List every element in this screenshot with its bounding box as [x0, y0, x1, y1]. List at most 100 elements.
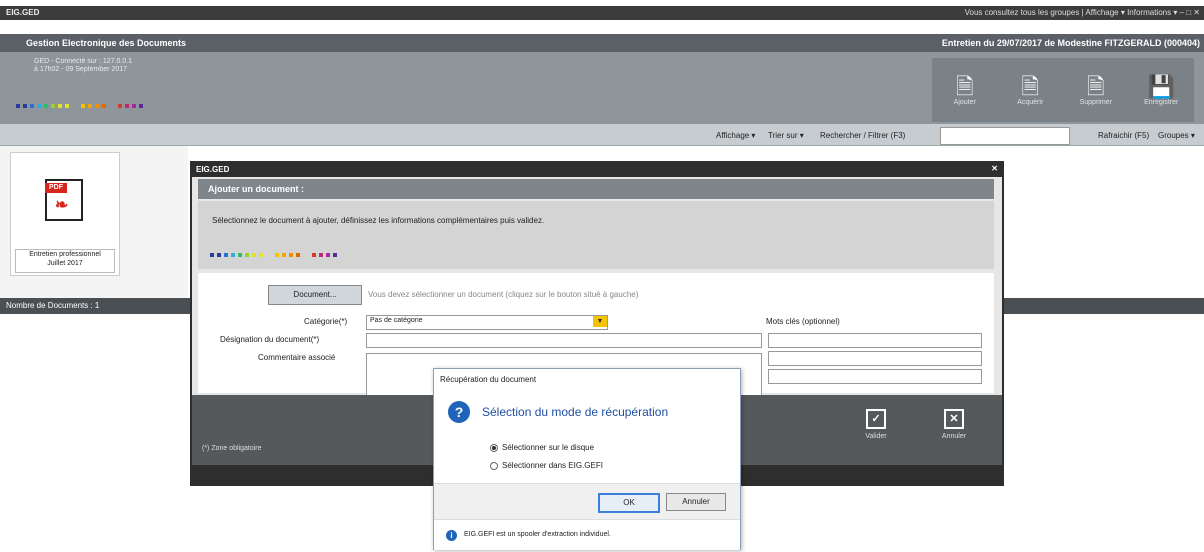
save-button[interactable]: 💾 Enregistrer [1129, 58, 1195, 122]
documents-area: PDF ❧ Entretien professionnel Juillet 20… [0, 146, 188, 298]
msgbox-buttons-area: OK Annuler [434, 483, 740, 520]
keywords-label: Mots clés (optionnel) [766, 317, 840, 326]
display-menu[interactable]: Affichage ▾ [716, 131, 755, 140]
validate-button[interactable]: ✓ Valider [852, 405, 900, 457]
msgbox-title-bar: Récupération du document [434, 369, 740, 389]
color-dot [319, 253, 323, 257]
color-dot [125, 104, 129, 108]
color-dot [231, 253, 235, 257]
color-dot [132, 104, 136, 108]
color-dot [118, 104, 122, 108]
app-title-bar: EIG.GED Vous consultez tous les groupes … [0, 6, 1204, 20]
color-dot [30, 104, 34, 108]
module-title: Gestion Electronique des Documents [26, 38, 187, 48]
search-filter-label: Rechercher / Filtrer (F3) [820, 131, 906, 140]
category-select[interactable]: Pas de catégorie ▼ [366, 315, 608, 330]
refresh-button[interactable]: Rafraichir (F5) [1098, 131, 1149, 140]
color-dot [275, 253, 279, 257]
dot-spacer [303, 253, 309, 257]
color-dot [326, 253, 330, 257]
color-dot [210, 253, 214, 257]
category-label: Catégorie(*) [304, 317, 348, 326]
color-dot [102, 104, 106, 108]
cancel-button[interactable]: ✕ Annuler [930, 405, 978, 457]
color-dot [44, 104, 48, 108]
top-menu[interactable]: Vous consultez tous les groupes | Affich… [965, 8, 1200, 17]
dialog-heading: Ajouter un document : [198, 179, 994, 199]
app-title: EIG.GED [6, 8, 40, 17]
msgbox-info-text: EIG.GEFI est un spooler d'extraction ind… [464, 531, 611, 538]
dot-spacer [109, 104, 115, 108]
keyword-field-3[interactable] [768, 369, 982, 384]
designation-field[interactable] [366, 333, 762, 348]
document-count: Nombre de Documents : 1 [6, 301, 100, 310]
color-dot [65, 104, 69, 108]
status-bar: Nombre de Documents : 1 [0, 298, 190, 314]
msgbox-cancel-button[interactable]: Annuler [666, 493, 726, 511]
designation-label: Désignation du document(*) [220, 335, 320, 344]
color-dot [51, 104, 55, 108]
module-title-bar: Gestion Electronique des Documents Entre… [0, 34, 1204, 52]
color-dots-decoration [210, 253, 337, 257]
save-icon: 💾 [1147, 73, 1175, 99]
color-dot [252, 253, 256, 257]
color-dot [224, 253, 228, 257]
msgbox-title: Récupération du document [440, 375, 537, 384]
color-dot [238, 253, 242, 257]
groups-menu[interactable]: Groupes ▾ [1158, 131, 1195, 140]
info-icon: i [446, 530, 457, 541]
option-disk[interactable]: Sélectionner sur le disque [490, 443, 594, 452]
option-eig-gefi[interactable]: Sélectionner dans EIG.GEFI [490, 461, 603, 470]
radio-selected-icon[interactable] [490, 443, 498, 452]
question-icon: ? [448, 401, 470, 423]
color-dot [81, 104, 85, 108]
checkmark-icon: ✓ [866, 409, 886, 429]
header-panel: GED - Connecté sur : 127.0.0.1 à 17h02 -… [0, 52, 1204, 124]
delete-button[interactable]: 🗎 Supprimer [1063, 58, 1129, 122]
chevron-down-icon: ▼ [593, 316, 607, 327]
dot-spacer [266, 253, 272, 257]
color-dot [95, 104, 99, 108]
keyword-field-2[interactable] [768, 351, 982, 366]
dialog-intro: Sélectionnez le document à ajouter, défi… [198, 201, 994, 269]
retrieval-mode-dialog: Récupération du document ? Sélection du … [433, 368, 741, 550]
document-tile[interactable]: PDF ❧ Entretien professionnel Juillet 20… [10, 152, 120, 276]
document-hint: Vous devez sélectionner un document (cli… [368, 290, 639, 299]
keyword-field-1[interactable] [768, 333, 982, 348]
color-dot [217, 253, 221, 257]
color-dot [312, 253, 316, 257]
sort-menu[interactable]: Trier sur ▾ [768, 131, 804, 140]
interview-title: Entretien du 29/07/2017 de Modestine FIT… [941, 38, 1200, 48]
connection-info: GED - Connecté sur : 127.0.0.1 à 17h02 -… [34, 58, 133, 73]
radio-unselected-icon[interactable] [490, 461, 498, 470]
select-document-button[interactable]: Document... [268, 285, 362, 305]
status-bar-right [1004, 298, 1204, 314]
color-dot [58, 104, 62, 108]
comment-label: Commentaire associé [258, 353, 336, 362]
acquire-document-icon: 🗎 [1021, 73, 1040, 99]
color-dot [16, 104, 20, 108]
color-dot [37, 104, 41, 108]
color-dot [88, 104, 92, 108]
msgbox-footer: i EIG.GEFI est un spooler d'extraction i… [434, 519, 740, 550]
search-input[interactable] [940, 127, 1070, 145]
color-dot [259, 253, 263, 257]
acquire-button[interactable]: 🗎 Acquérir [998, 58, 1064, 122]
color-dot [139, 104, 143, 108]
add-button[interactable]: 🗎 Ajouter [932, 58, 998, 122]
color-dots-decoration [16, 104, 143, 108]
color-dot [23, 104, 27, 108]
color-dot [245, 253, 249, 257]
intro-text: Sélectionnez le document à ajouter, défi… [212, 216, 545, 225]
document-caption: Entretien professionnel Juillet 2017 [15, 249, 115, 273]
msgbox-main-instruction: Sélection du mode de récupération [482, 405, 669, 419]
required-note: (*) Zone obligatoire [202, 445, 262, 452]
close-icon: ✕ [944, 409, 964, 429]
ok-button[interactable]: OK [598, 493, 660, 513]
dot-spacer [72, 104, 78, 108]
color-dot [289, 253, 293, 257]
close-icon[interactable]: ✕ [991, 164, 998, 173]
dialog-title: EIG.GED [196, 165, 230, 174]
color-dot [333, 253, 337, 257]
color-dot [282, 253, 286, 257]
